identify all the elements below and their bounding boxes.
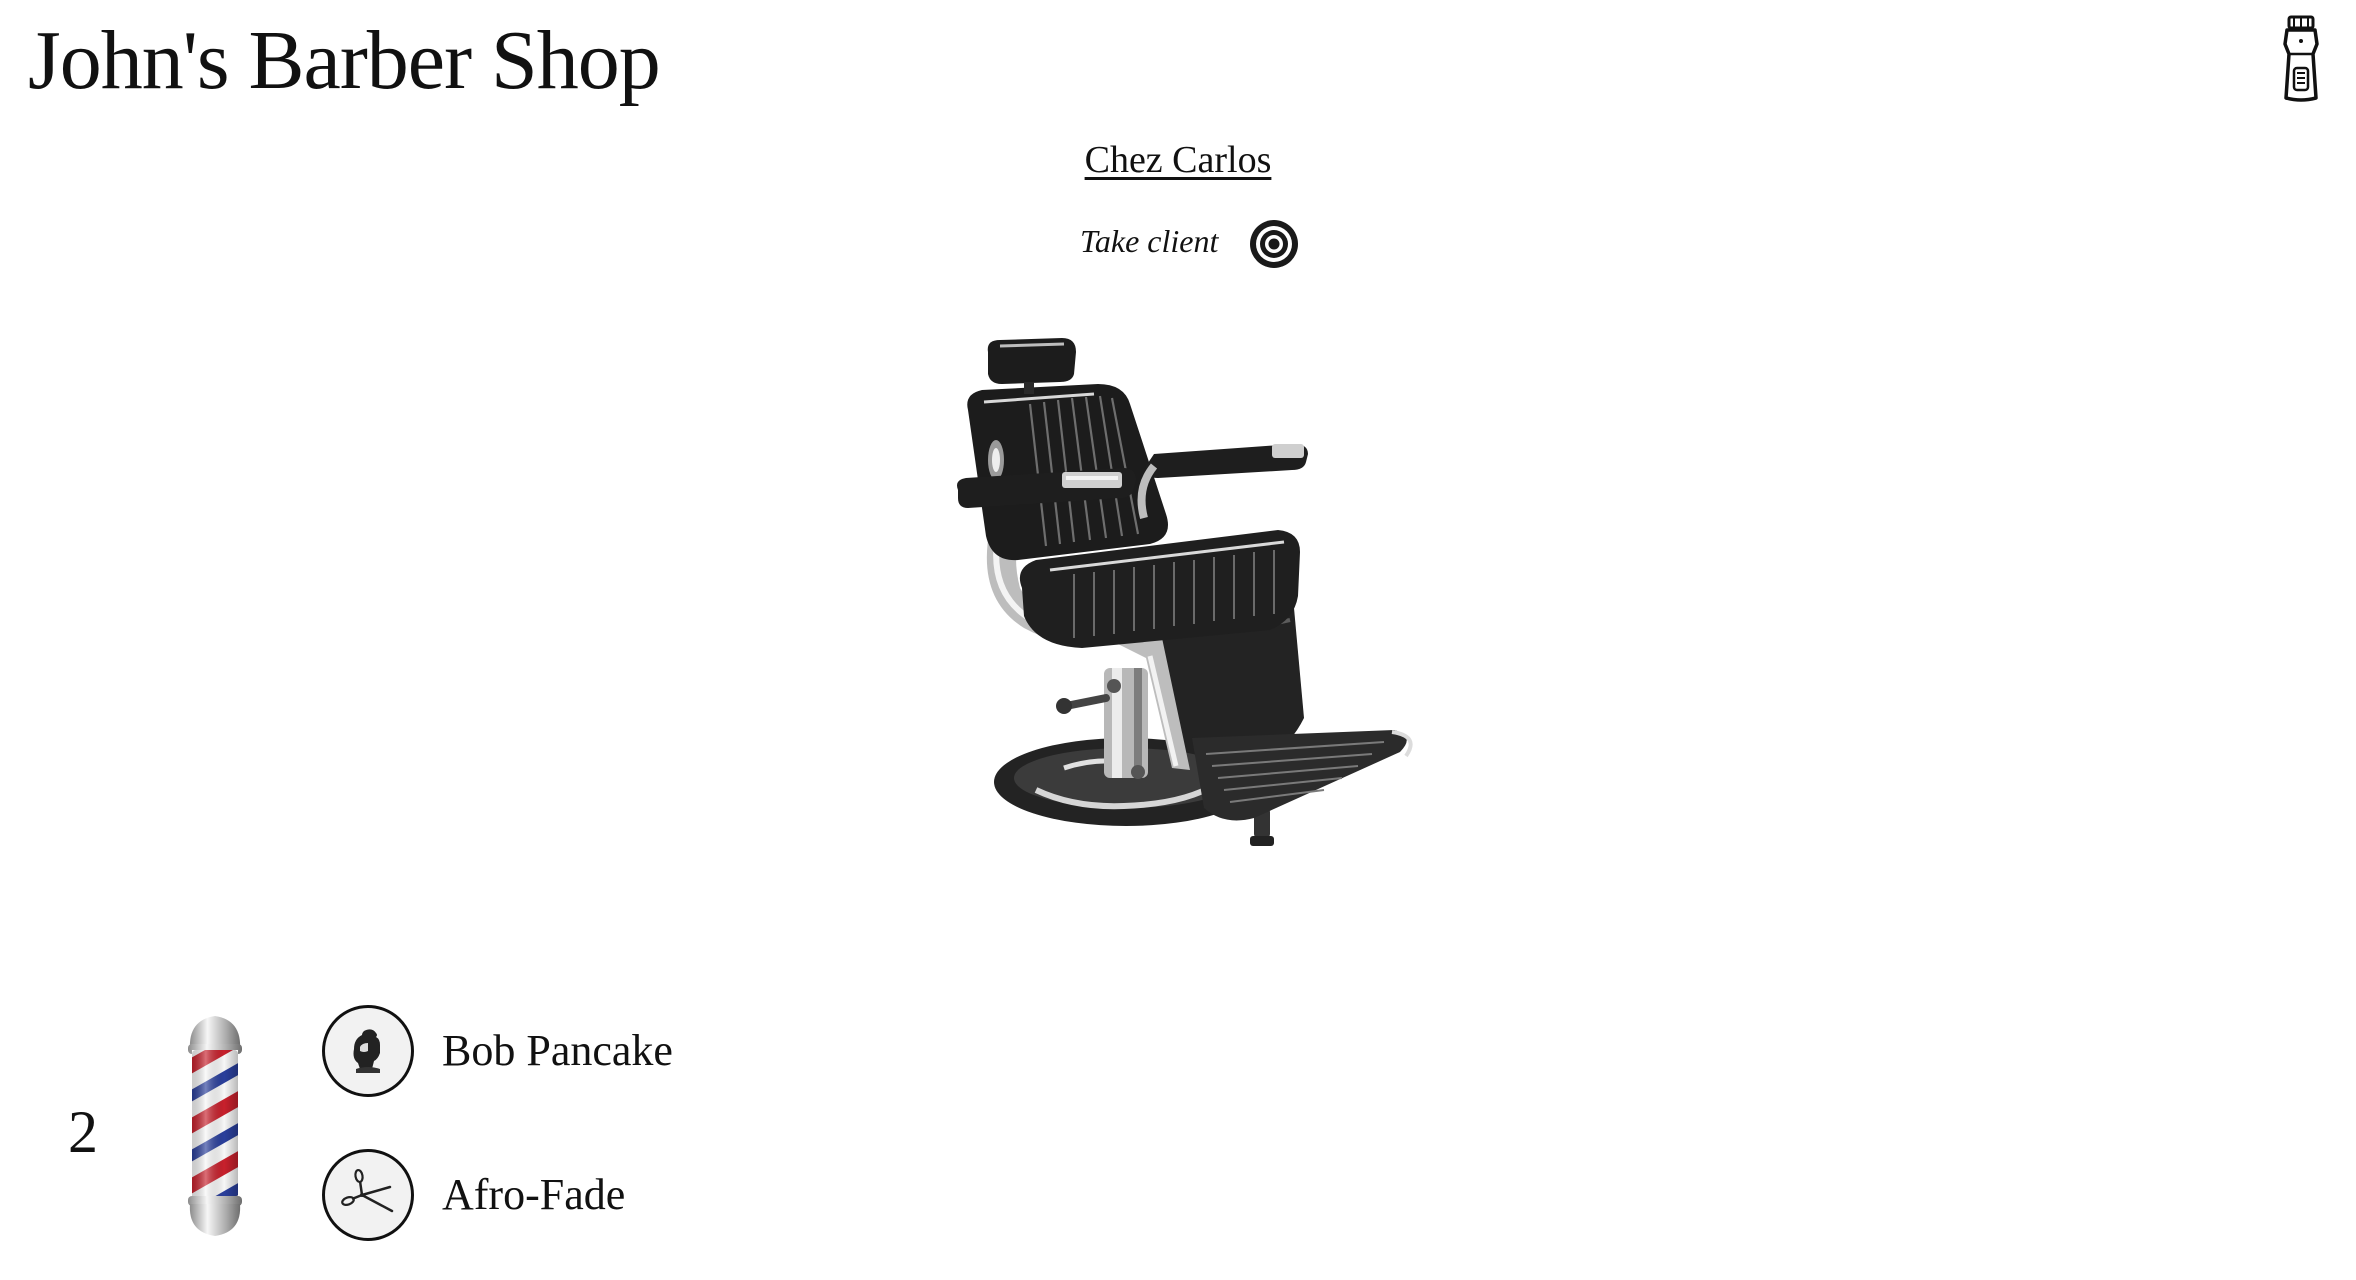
queue-count: 2 xyxy=(68,1099,98,1165)
next-client-row[interactable]: Bob Pancake xyxy=(322,1004,673,1098)
take-client-label: Take client xyxy=(1080,223,1219,259)
next-client-name: Bob Pancake xyxy=(442,1026,673,1075)
client-avatar-icon xyxy=(322,1005,414,1097)
barber-chair-illustration xyxy=(957,338,1413,846)
hair-clipper-icon[interactable] xyxy=(2276,14,2326,104)
barber-name-row: Chez Carlos xyxy=(0,132,2356,188)
shop-title: John's Barber Shop xyxy=(28,14,661,107)
scissors-icon xyxy=(322,1149,414,1241)
next-service-row[interactable]: Afro-Fade xyxy=(322,1148,625,1242)
barber-name-link[interactable]: Chez Carlos xyxy=(1085,139,1272,181)
target-icon[interactable] xyxy=(1248,218,1300,270)
barber-pole-icon xyxy=(188,1016,242,1236)
next-service-name: Afro-Fade xyxy=(442,1170,626,1219)
